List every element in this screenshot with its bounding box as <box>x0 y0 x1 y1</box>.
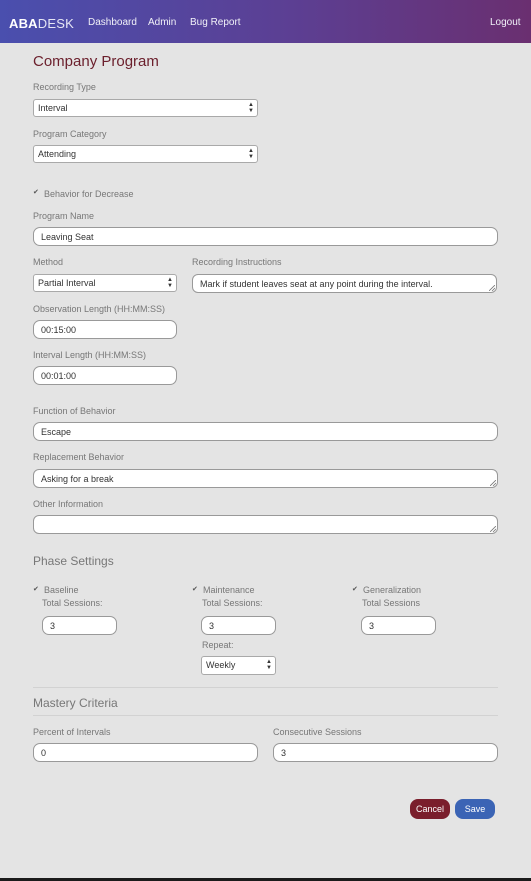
interval-length-label: Interval Length (HH:MM:SS) <box>33 350 147 360</box>
baseline-label: Baseline <box>44 585 79 595</box>
phase-settings-title: Phase Settings <box>33 554 114 568</box>
baseline-checkbox[interactable]: ✔ <box>33 585 39 593</box>
replacement-behavior-textarea[interactable]: Asking for a break <box>33 469 498 488</box>
other-information-textarea[interactable] <box>33 515 498 534</box>
maintenance-sessions-input[interactable]: 3 <box>201 616 276 635</box>
percent-intervals-label: Percent of Intervals <box>33 727 111 737</box>
nav-admin[interactable]: Admin <box>148 17 176 28</box>
generalization-checkbox[interactable]: ✔ <box>352 585 358 593</box>
page: ABADESK Dashboard Admin Bug Report Logou… <box>0 0 531 878</box>
program-category-select[interactable]: Attending ▲ ▼ <box>33 145 258 163</box>
baseline-sessions-label: Total Sessions: <box>42 598 103 608</box>
resize-handle-icon[interactable] <box>490 526 496 532</box>
consecutive-sessions-label: Consecutive Sessions <box>273 727 362 737</box>
consecutive-sessions-input[interactable]: 3 <box>273 743 498 762</box>
maintenance-label: Maintenance <box>203 585 255 595</box>
maintenance-repeat-label: Repeat: <box>202 640 234 650</box>
resize-handle-icon[interactable] <box>490 480 496 486</box>
method-value: Partial Interval <box>38 278 96 288</box>
select-arrows-icon: ▲ ▼ <box>167 277 173 289</box>
generalization-sessions-label: Total Sessions <box>362 598 421 608</box>
interval-length-input[interactable]: 00:01:00 <box>33 366 177 385</box>
maintenance-repeat-select[interactable]: Weekly ▲ ▼ <box>201 656 276 675</box>
page-title: Company Program <box>33 53 159 70</box>
function-of-behavior-input[interactable]: Escape <box>33 422 498 441</box>
observation-length-label: Observation Length (HH:MM:SS) <box>33 304 166 314</box>
method-label: Method <box>33 257 64 267</box>
divider <box>33 687 498 688</box>
generalization-label: Generalization <box>363 585 422 595</box>
recording-type-select[interactable]: Interval ▲ ▼ <box>33 99 258 117</box>
recording-instructions-value: Mark if student leaves seat at any point… <box>200 279 433 289</box>
behavior-decrease-label: Behavior for Decrease <box>44 189 134 199</box>
replacement-behavior-value: Asking for a break <box>41 474 114 484</box>
program-category-value: Attending <box>38 149 77 159</box>
nav-dashboard[interactable]: Dashboard <box>88 17 137 28</box>
function-of-behavior-label: Function of Behavior <box>33 406 116 416</box>
select-arrows-icon: ▲ ▼ <box>266 659 272 671</box>
maintenance-sessions-label: Total Sessions: <box>202 598 263 608</box>
behavior-decrease-checkbox[interactable]: ✔ <box>33 188 39 196</box>
recording-instructions-label: Recording Instructions <box>192 257 282 267</box>
divider <box>33 715 498 716</box>
replacement-behavior-label: Replacement Behavior <box>33 452 125 462</box>
recording-type-label: Recording Type <box>33 82 96 92</box>
recording-instructions-textarea[interactable]: Mark if student leaves seat at any point… <box>192 274 497 293</box>
select-arrows-icon: ▲ ▼ <box>248 102 254 114</box>
brand-logo[interactable]: ABADESK <box>9 16 74 31</box>
mastery-criteria-title: Mastery Criteria <box>33 696 118 710</box>
program-name-input[interactable]: Leaving Seat <box>33 227 498 246</box>
maintenance-repeat-value: Weekly <box>206 660 236 670</box>
recording-type-value: Interval <box>38 103 68 113</box>
method-select[interactable]: Partial Interval ▲ ▼ <box>33 274 177 292</box>
navbar: ABADESK Dashboard Admin Bug Report Logou… <box>0 0 531 43</box>
brand-bold: ABA <box>9 16 38 31</box>
maintenance-checkbox[interactable]: ✔ <box>192 585 198 593</box>
program-name-label: Program Name <box>33 211 95 221</box>
nav-bug-report[interactable]: Bug Report <box>190 17 241 28</box>
percent-intervals-input[interactable]: 0 <box>33 743 258 762</box>
brand-thin: DESK <box>37 16 74 31</box>
other-information-label: Other Information <box>33 499 104 509</box>
save-button[interactable]: Save <box>455 799 495 819</box>
resize-handle-icon[interactable] <box>489 285 495 291</box>
cancel-button[interactable]: Cancel <box>410 799 450 819</box>
nav-logout[interactable]: Logout <box>490 17 521 28</box>
observation-length-input[interactable]: 00:15:00 <box>33 320 177 339</box>
baseline-sessions-input[interactable]: 3 <box>42 616 117 635</box>
generalization-sessions-input[interactable]: 3 <box>361 616 436 635</box>
program-category-label: Program Category <box>33 129 107 139</box>
select-arrows-icon: ▲ ▼ <box>248 148 254 160</box>
